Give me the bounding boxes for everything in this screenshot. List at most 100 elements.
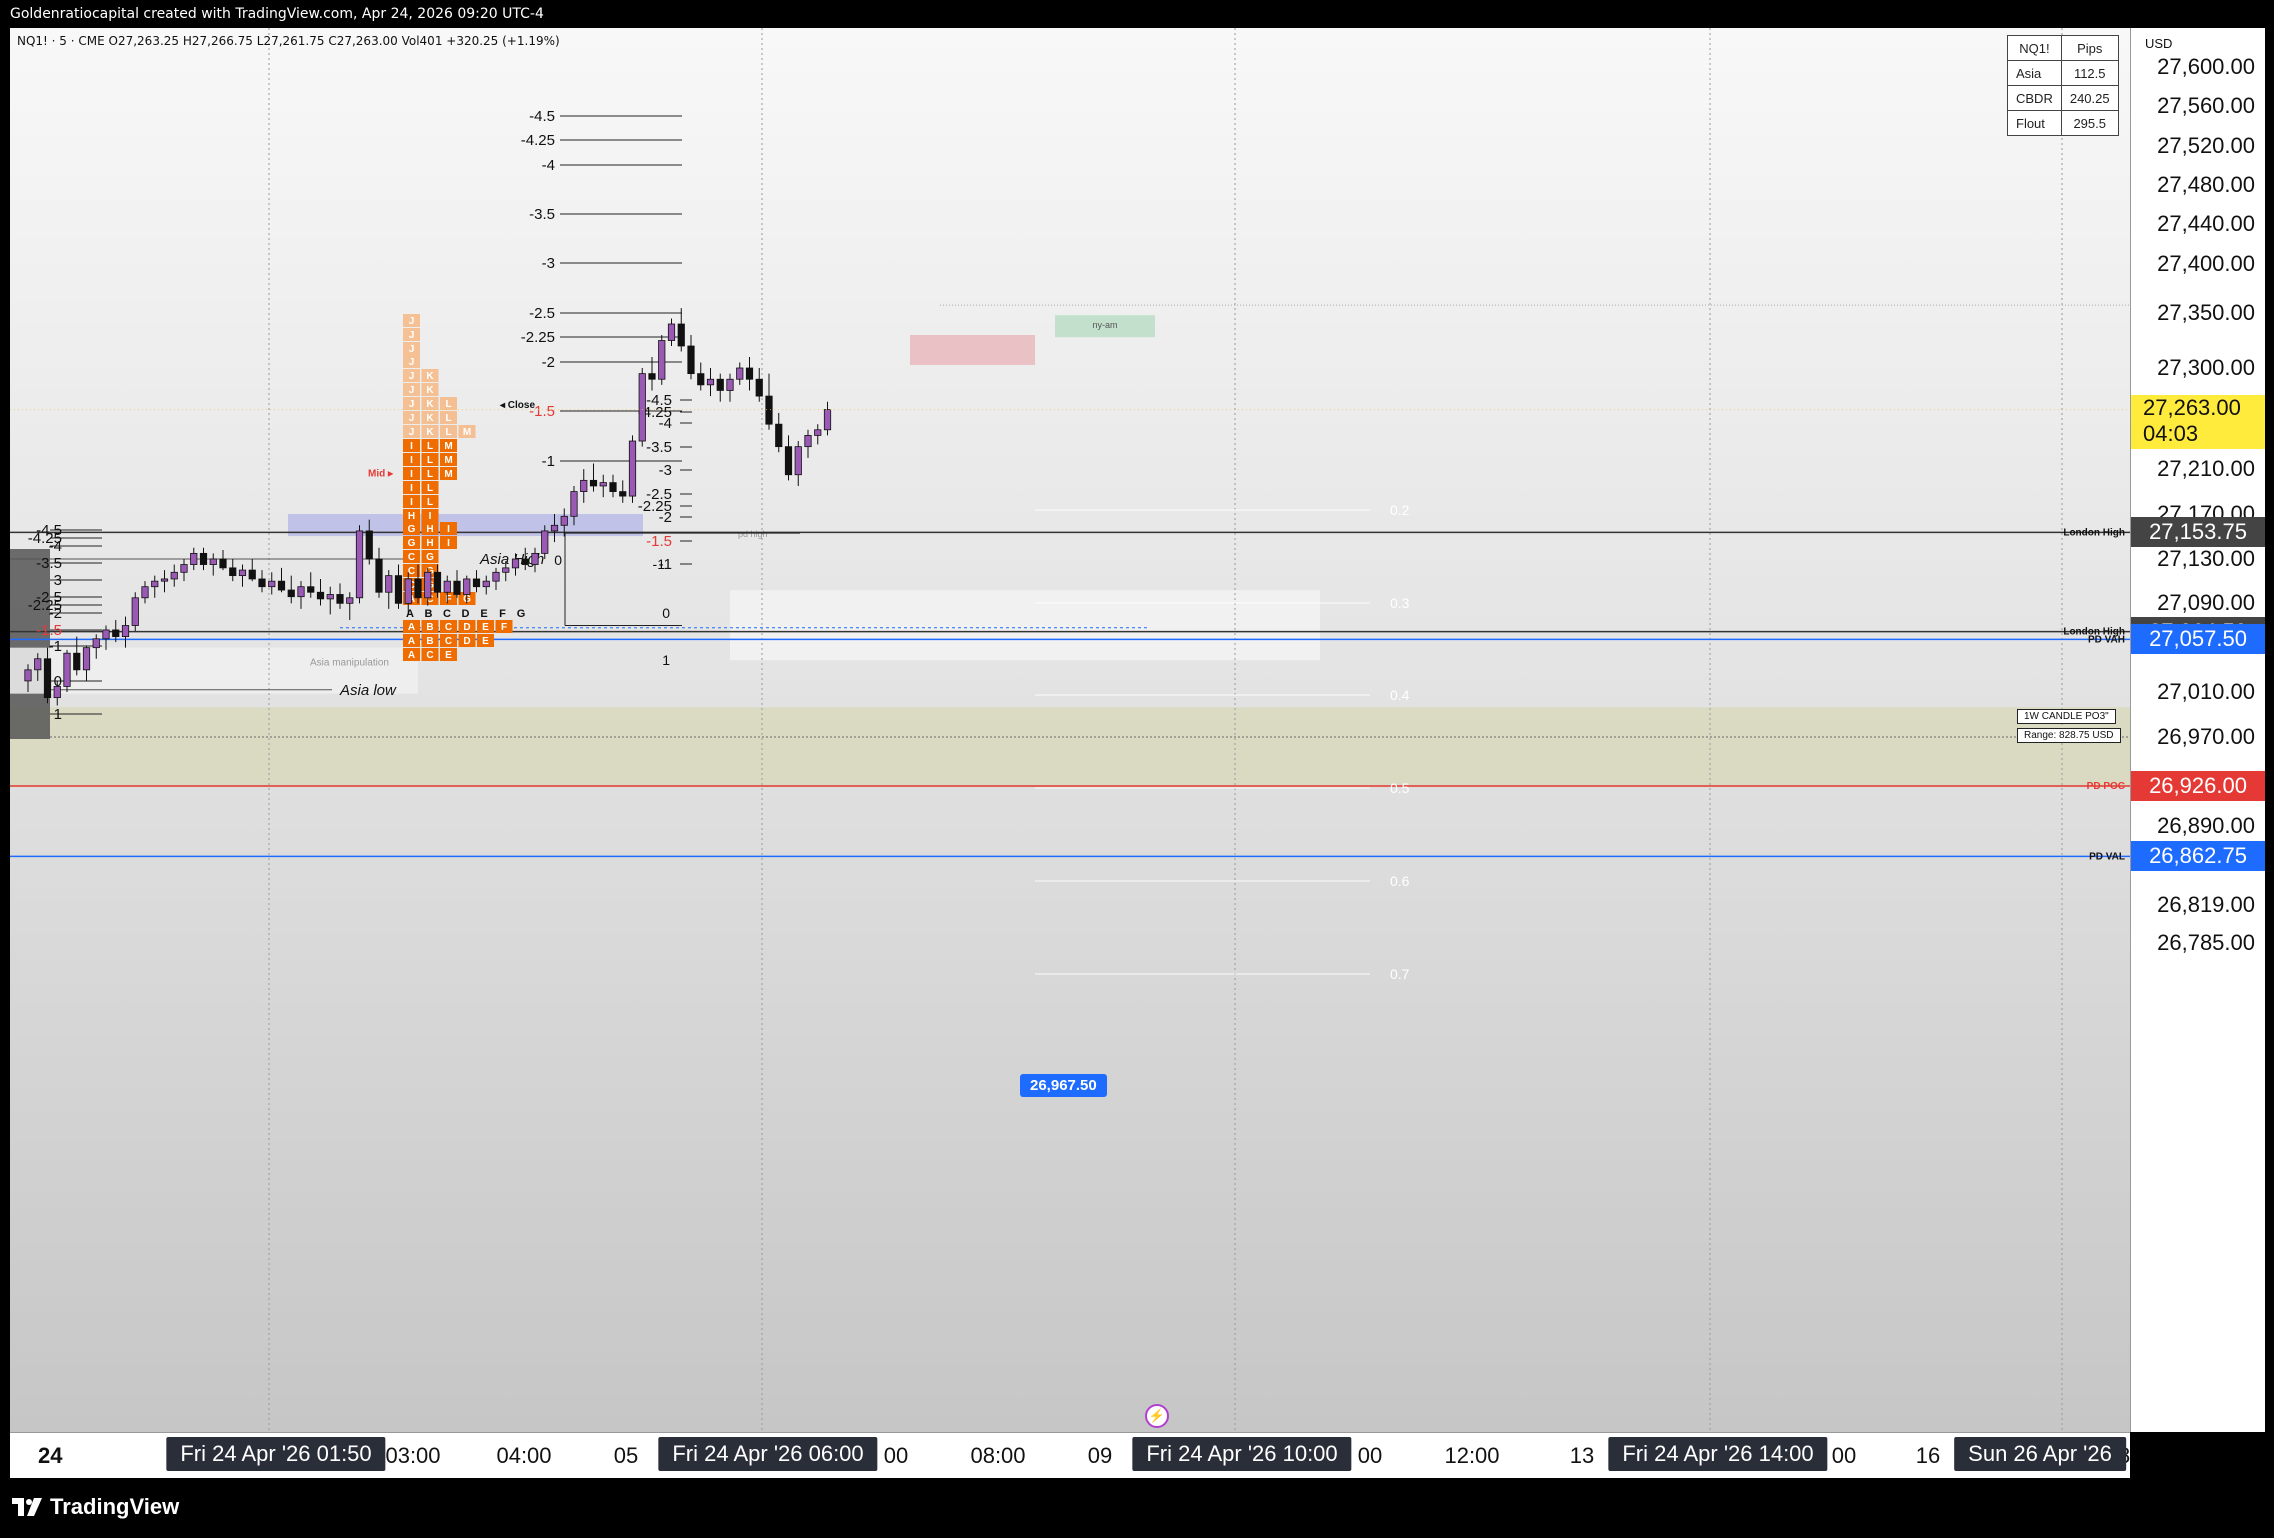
profile-letter: I: [410, 483, 413, 494]
pips-header-pips: Pips: [2060, 35, 2119, 61]
tradingview-logo[interactable]: TradingView: [12, 1492, 179, 1522]
candle-body: [736, 367, 744, 380]
profile-letter: J: [409, 399, 415, 410]
retrace-label: 0.3: [1390, 595, 1410, 611]
alert-price-bubble[interactable]: 26,967.50: [1020, 1074, 1107, 1097]
candle-body: [160, 578, 169, 582]
pips-table: NQ1! Pips Asia 112.5 CBDR 240.25 Flout 2…: [2007, 35, 2119, 136]
candle-body: [346, 597, 354, 604]
profile-letter: G: [408, 538, 416, 549]
profile-letter: I: [447, 538, 450, 549]
chart-canvas[interactable]: ny-am Asia manipulation pd high London High…: [10, 28, 2130, 1432]
candle-body: [287, 589, 295, 598]
price-tick: 27,400.00: [2157, 250, 2255, 276]
time-tick: 04:00: [496, 1443, 552, 1468]
candle-body: [745, 367, 754, 380]
candle-body: [209, 558, 217, 565]
candle-body: [385, 575, 393, 593]
profile-letter: A: [406, 608, 414, 620]
asia-low-label: Asia low: [339, 682, 397, 699]
symbol-info[interactable]: NQ1! · 5 · CME O27,263.25 H27,266.75 L27…: [17, 34, 560, 48]
candle-body: [658, 340, 666, 380]
profile-letter: K: [426, 399, 434, 410]
profile-letter: M: [444, 441, 452, 452]
time-tick: 12:00: [1444, 1443, 1500, 1468]
price-tick: 27,350.00: [2157, 300, 2255, 325]
lightning-icon[interactable]: ⚡: [1145, 1404, 1169, 1428]
candle-body: [687, 345, 695, 375]
profile-letter: A: [408, 636, 415, 647]
profile-letter: L: [427, 469, 433, 480]
fib-label: -2.5: [529, 305, 555, 322]
profile-letter: C: [443, 608, 451, 620]
candle-body: [268, 580, 276, 588]
candle-body: [63, 652, 71, 687]
pips-label: Asia: [2007, 60, 2062, 86]
candle-body: [82, 647, 91, 671]
candle-body: [180, 564, 188, 573]
price-badge-london-high: 27,153.75: [2131, 517, 2265, 548]
candle-body: [92, 638, 100, 649]
profile-letter: K: [426, 413, 434, 424]
candle-body: [531, 552, 539, 565]
liquidity-zone: [10, 707, 2130, 788]
fib-label: -1: [542, 453, 555, 470]
profile-letter: H: [426, 524, 433, 535]
candle-body: [541, 530, 549, 554]
price-tick: 26,785.00: [2157, 930, 2255, 955]
time-crosshair-badge: Fri 24 Apr '26 10:00: [1132, 1437, 1352, 1471]
candle-body: [706, 378, 715, 386]
candle-body: [238, 569, 247, 577]
fib-label: 0: [662, 605, 670, 621]
candle-body: [716, 378, 724, 391]
price-badge-pd-vah: 27,057.50: [2131, 624, 2265, 655]
price-tick: 26,890.00: [2157, 813, 2255, 839]
week-candle-title: 1W CANDLE PO3": [2024, 711, 2109, 722]
candle-body: [102, 629, 110, 640]
profile-letter: D: [463, 622, 470, 633]
profile-letter: L: [427, 497, 433, 508]
candle-body: [53, 686, 61, 699]
pips-label: Flout: [2007, 110, 2062, 136]
candle-body: [580, 479, 588, 492]
profile-letter: J: [409, 330, 415, 341]
price-axis[interactable]: USD 27,600.00 27,560.00 27,520.00 27,480.00…: [2130, 28, 2265, 1432]
profile-letter: B: [426, 636, 433, 647]
candle-body: [424, 571, 432, 599]
profile-letter: H: [426, 538, 433, 549]
price-badge-pd-val: 26,862.75: [2131, 841, 2265, 872]
close-label: ◂ Close: [499, 400, 535, 411]
price-badge-pd-poc: 26,926.00: [2131, 771, 2265, 801]
candle-body: [336, 594, 344, 604]
profile-letter: K: [426, 385, 434, 396]
time-axis[interactable]: 24 03:00 04:00 05 00 08:00 09 00 12:00 1…: [10, 1432, 2130, 1479]
time-crosshair-badge: Fri 24 Apr '26 14:00: [1608, 1437, 1828, 1471]
fib-label: -2: [659, 509, 672, 526]
currency-label: USD: [2145, 36, 2173, 51]
candle-body: [277, 580, 286, 591]
week-range-text: Range: 828.75 USD: [2024, 730, 2114, 741]
candle-body: [121, 625, 130, 637]
tradingview-brand: TradingView: [50, 1494, 180, 1519]
week-candle-box: 1W CANDLE PO3": [2017, 709, 2116, 724]
candle-body: [511, 558, 520, 569]
profile-letter: L: [427, 441, 433, 452]
candle-body: [219, 558, 227, 569]
fib-label: -2.25: [521, 329, 555, 346]
profile-letter: B: [425, 608, 433, 620]
candle-body: [619, 491, 627, 497]
candle-body: [375, 558, 383, 593]
candle-body: [599, 482, 607, 487]
profile-letter: L: [445, 399, 451, 410]
candle-body: [765, 395, 773, 425]
profile-letter: K: [426, 427, 434, 438]
tradingview-app: Goldenratiocapital created with TradingV…: [0, 0, 2274, 1538]
time-tick: 08:00: [970, 1443, 1026, 1468]
profile-letter: I: [410, 469, 413, 480]
candle-countdown: 04:03: [2143, 420, 2199, 446]
profile-letter: L: [427, 483, 433, 494]
retrace-label: 0.6: [1390, 873, 1410, 889]
profile-letter: G: [408, 524, 416, 535]
chart-plot-area[interactable]: ny-am Asia manipulation pd high London High…: [10, 28, 2130, 1432]
candle-body: [229, 567, 237, 577]
